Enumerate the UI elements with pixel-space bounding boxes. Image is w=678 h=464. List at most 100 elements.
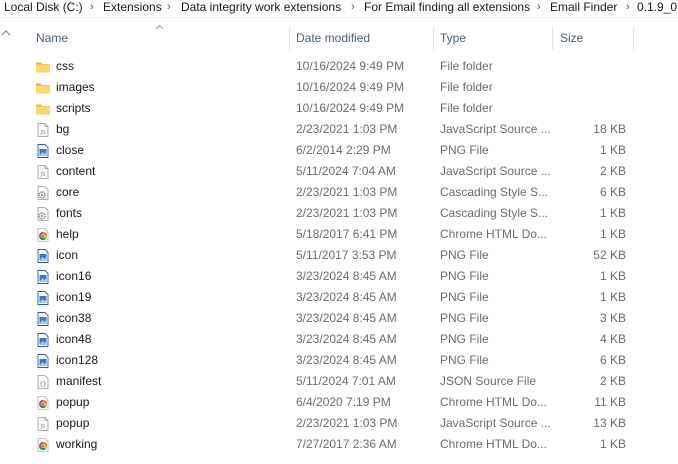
column-divider[interactable] — [633, 26, 634, 50]
file-row[interactable]: help 5/18/2017 6:41 PM Chrome HTML Do... 1 … — [30, 224, 678, 245]
file-name: help — [56, 227, 79, 241]
file-date-modified: 3/23/2024 8:45 AM — [296, 353, 397, 367]
file-row[interactable]: icon19 3/23/2024 8:45 AM PNG File 1 KB — [30, 287, 678, 308]
png-file-icon — [35, 248, 51, 264]
chrome-html-icon — [35, 395, 51, 411]
file-type: PNG File — [440, 248, 489, 262]
file-row[interactable]: icon16 3/23/2024 8:45 AM PNG File 1 KB — [30, 266, 678, 287]
breadcrumb: Local Disk (C:) › Extensions › Data inte… — [0, 0, 678, 16]
breadcrumb-separator-icon: › — [626, 1, 630, 13]
file-row[interactable]: css 10/16/2024 9:49 PM File folder — [30, 56, 678, 77]
file-type: PNG File — [440, 353, 489, 367]
file-name: manifest — [56, 374, 102, 388]
file-name: icon19 — [56, 290, 92, 304]
column-header-type[interactable]: Type — [440, 24, 545, 52]
breadcrumb-item-local-disk[interactable]: Local Disk (C:) — [4, 0, 83, 15]
file-size: 6 KB — [599, 185, 626, 199]
file-type: PNG File — [440, 332, 489, 346]
file-name: images — [56, 80, 95, 94]
file-size: 11 KB — [594, 395, 626, 409]
file-row[interactable]: icon38 3/23/2024 8:45 AM PNG File 3 KB — [30, 308, 678, 329]
folder-icon — [35, 80, 51, 96]
file-type: JavaScript Source ... — [440, 164, 551, 178]
file-row[interactable]: {} manifest 5/11/2024 7:01 AM JSON Source … — [30, 371, 678, 392]
file-date-modified: 5/18/2017 6:41 PM — [296, 227, 398, 241]
file-row[interactable]: icon128 3/23/2024 8:45 AM PNG File 6 KB — [30, 350, 678, 371]
svg-text:JS: JS — [40, 424, 46, 430]
column-header-name[interactable]: Name — [36, 24, 286, 52]
file-size: 4 KB — [599, 332, 626, 346]
file-date-modified: 2/23/2021 1:03 PM — [296, 185, 398, 199]
file-name: icon16 — [56, 269, 92, 283]
file-type: PNG File — [440, 143, 489, 157]
file-size: 1 KB — [599, 437, 626, 451]
breadcrumb-separator-icon: › — [90, 1, 94, 13]
svg-text:JS: JS — [40, 130, 46, 136]
js-file-icon: JS — [35, 164, 51, 180]
column-divider[interactable] — [433, 26, 434, 50]
file-name: icon38 — [56, 311, 92, 325]
js-file-icon: JS — [35, 416, 51, 432]
file-name: close — [56, 143, 85, 157]
file-type: Cascading Style S... — [440, 206, 549, 220]
file-row[interactable]: icon48 3/23/2024 8:45 AM PNG File 4 KB — [30, 329, 678, 350]
file-row[interactable]: working 7/27/2017 2:36 AM Chrome HTML Do..… — [30, 434, 678, 455]
file-date-modified: 5/11/2024 7:04 AM — [296, 164, 396, 178]
file-row[interactable]: JS content 5/11/2024 7:04 AM JavaScript So… — [30, 161, 678, 182]
file-type: PNG File — [440, 290, 489, 304]
file-type: JSON Source File — [440, 374, 537, 388]
breadcrumb-item-email-finding[interactable]: For Email finding all extensions — [364, 0, 530, 15]
file-row[interactable]: JS popup 2/23/2021 1:03 PM JavaScript Sour… — [30, 413, 678, 434]
file-row[interactable]: JS bg 2/23/2021 1:03 PM JavaScript Source … — [30, 119, 678, 140]
breadcrumb-separator-icon: › — [537, 1, 541, 13]
css-file-icon — [35, 206, 51, 222]
file-date-modified: 3/23/2024 8:45 AM — [296, 332, 397, 346]
file-size: 1 KB — [599, 143, 626, 157]
file-date-modified: 3/23/2024 8:45 AM — [296, 311, 397, 325]
column-header-row: Name Date modified Type Size — [0, 24, 678, 52]
breadcrumb-item-email-finder[interactable]: Email Finder — [550, 0, 617, 15]
file-type: Chrome HTML Do... — [440, 395, 547, 409]
file-type: JavaScript Source ... — [440, 416, 551, 430]
file-type: PNG File — [440, 311, 489, 325]
file-name: popup — [56, 416, 90, 430]
column-header-size[interactable]: Size — [560, 24, 630, 52]
js-file-icon: JS — [35, 122, 51, 138]
file-row[interactable]: core 2/23/2021 1:03 PM Cascading Style S..… — [30, 182, 678, 203]
file-name: content — [56, 164, 96, 178]
file-row[interactable]: images 10/16/2024 9:49 PM File folder — [30, 77, 678, 98]
column-divider[interactable] — [552, 26, 553, 50]
file-size: 6 KB — [599, 353, 626, 367]
column-header-date-modified[interactable]: Date modified — [296, 24, 431, 52]
file-size: 13 KB — [593, 416, 626, 430]
breadcrumb-item-data-integrity[interactable]: Data integrity work extensions — [181, 0, 341, 15]
file-size: 2 KB — [599, 164, 626, 178]
file-row[interactable]: fonts 2/23/2021 1:03 PM Cascading Style S.… — [30, 203, 678, 224]
file-type: File folder — [440, 80, 493, 94]
file-size — [558, 56, 626, 77]
column-divider[interactable] — [289, 26, 290, 50]
file-date-modified: 2/23/2021 1:03 PM — [296, 416, 398, 430]
file-row[interactable]: scripts 10/16/2024 9:49 PM File folder — [30, 98, 678, 119]
file-name: icon48 — [56, 332, 92, 346]
file-size: 52 KB — [593, 248, 626, 262]
file-size: 1 KB — [599, 227, 626, 241]
file-size: 1 KB — [599, 206, 626, 220]
file-type: File folder — [440, 59, 493, 73]
file-date-modified: 7/27/2017 2:36 AM — [296, 437, 397, 451]
file-name: bg — [56, 122, 70, 136]
svg-text:JS: JS — [40, 172, 46, 178]
file-row[interactable]: popup 6/4/2020 7:19 PM Chrome HTML Do... 11… — [30, 392, 678, 413]
breadcrumb-item-version[interactable]: 0.1.9_0 — [637, 0, 677, 15]
json-file-icon: {} — [35, 374, 51, 390]
file-row[interactable]: icon 5/11/2017 3:53 PM PNG File 52 KB — [30, 245, 678, 266]
file-name: icon128 — [56, 353, 99, 367]
scrollbar-track[interactable] — [0, 44, 12, 464]
svg-text:{}: {} — [39, 381, 46, 388]
folder-icon — [35, 59, 51, 75]
file-date-modified: 6/4/2020 7:19 PM — [296, 395, 391, 409]
file-row[interactable]: close 6/2/2014 2:29 PM PNG File 1 KB — [30, 140, 678, 161]
breadcrumb-item-extensions[interactable]: Extensions — [103, 0, 162, 15]
divider — [0, 17, 678, 18]
folder-icon — [35, 101, 51, 117]
